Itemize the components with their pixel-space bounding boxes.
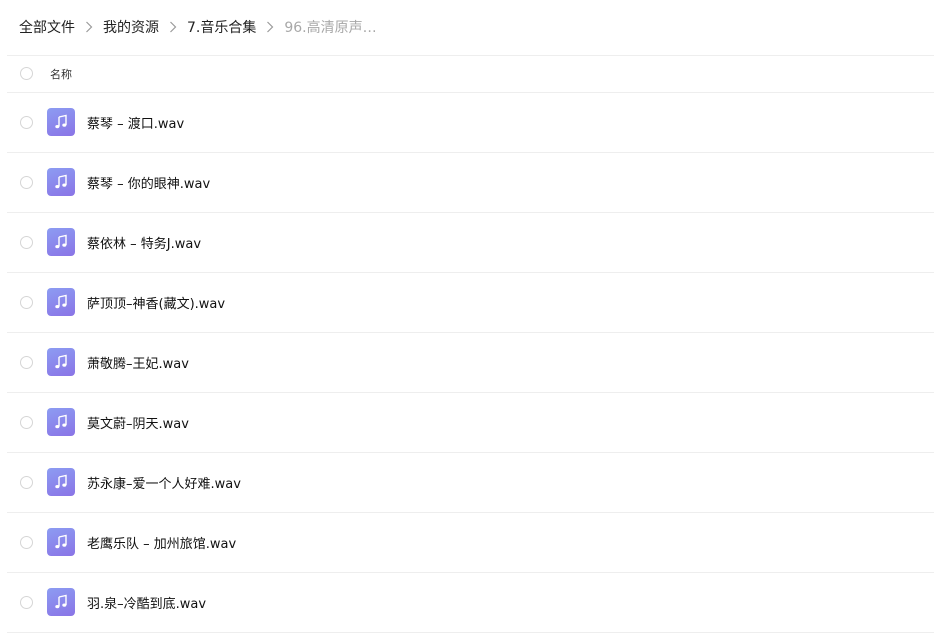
music-note-icon — [47, 228, 75, 256]
file-name[interactable]: 蔡依林 – 特务J.wav — [87, 233, 201, 252]
chevron-right-icon — [265, 20, 275, 34]
file-name[interactable]: 萨顶顶–神香(藏文).wav — [87, 293, 225, 312]
music-note-icon — [47, 468, 75, 496]
list-item[interactable]: 蔡琴 – 渡口.wav — [7, 93, 934, 153]
column-header-name[interactable]: 名称 — [50, 66, 72, 82]
row-checkbox[interactable] — [20, 416, 33, 429]
list-item[interactable]: 羽.泉–冷酷到底.wav — [7, 573, 934, 633]
file-name[interactable]: 蔡琴 – 渡口.wav — [87, 113, 184, 132]
list-item[interactable]: 老鹰乐队 – 加州旅馆.wav — [7, 513, 934, 573]
music-note-icon — [47, 348, 75, 376]
list-item[interactable]: 蔡依林 – 特务J.wav — [7, 213, 934, 273]
music-note-icon — [47, 528, 75, 556]
row-checkbox[interactable] — [20, 176, 33, 189]
breadcrumb-item-all-files[interactable]: 全部文件 — [19, 17, 75, 37]
music-note-icon — [47, 108, 75, 136]
file-name[interactable]: 蔡琴 – 你的眼神.wav — [87, 173, 210, 192]
file-name[interactable]: 苏永康–爱一个人好难.wav — [87, 473, 241, 492]
row-checkbox[interactable] — [20, 356, 33, 369]
breadcrumb: 全部文件 我的资源 7.音乐合集 96.高清原声… — [19, 17, 377, 37]
music-note-icon — [47, 288, 75, 316]
list-item[interactable]: 萧敬腾–王妃.wav — [7, 333, 934, 393]
list-item[interactable]: 蔡琴 – 你的眼神.wav — [7, 153, 934, 213]
file-browser: 全部文件 我的资源 7.音乐合集 96.高清原声… 名称 蔡琴 – 渡口.wav — [0, 0, 934, 635]
list-header: 名称 — [7, 56, 934, 93]
row-checkbox[interactable] — [20, 236, 33, 249]
music-note-icon — [47, 168, 75, 196]
chevron-right-icon — [84, 20, 94, 34]
row-checkbox[interactable] — [20, 116, 33, 129]
row-checkbox[interactable] — [20, 596, 33, 609]
music-note-icon — [47, 408, 75, 436]
chevron-right-icon — [168, 20, 178, 34]
file-name[interactable]: 莫文蔚–阴天.wav — [87, 413, 189, 432]
file-list: 蔡琴 – 渡口.wav 蔡琴 – 你的眼神.wav 蔡依林 – 特务J.wav … — [7, 93, 934, 633]
row-checkbox[interactable] — [20, 476, 33, 489]
breadcrumb-current-folder: 96.高清原声… — [284, 20, 377, 36]
file-name[interactable]: 羽.泉–冷酷到底.wav — [87, 593, 206, 612]
list-item[interactable]: 苏永康–爱一个人好难.wav — [7, 453, 934, 513]
row-checkbox[interactable] — [20, 296, 33, 309]
file-name[interactable]: 萧敬腾–王妃.wav — [87, 353, 189, 372]
breadcrumb-item-my-resources[interactable]: 我的资源 — [103, 17, 159, 37]
list-item[interactable]: 莫文蔚–阴天.wav — [7, 393, 934, 453]
file-name[interactable]: 老鹰乐队 – 加州旅馆.wav — [87, 533, 236, 552]
music-note-icon — [47, 588, 75, 616]
select-all-checkbox[interactable] — [20, 67, 33, 80]
list-item[interactable]: 萨顶顶–神香(藏文).wav — [7, 273, 934, 333]
row-checkbox[interactable] — [20, 536, 33, 549]
breadcrumb-item-music-collection[interactable]: 7.音乐合集 — [187, 17, 256, 37]
